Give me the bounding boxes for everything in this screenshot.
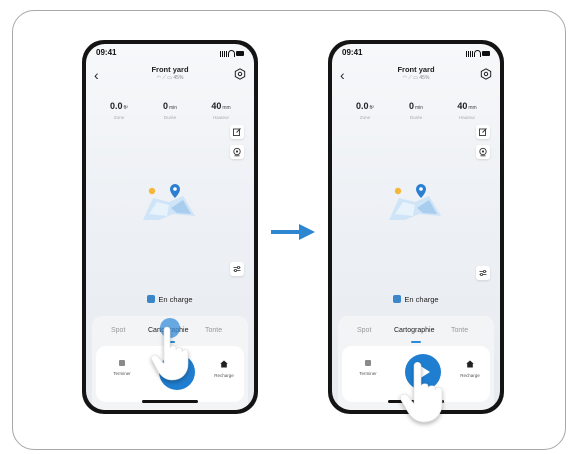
hand-pointer-icon [400,361,443,423]
wifi-icon [228,50,235,57]
stats-row: 0.0ft² Zone 0min Durée 40mm Hauteur [332,96,500,120]
system-icons [220,50,244,58]
link-icon: ⟋ [162,75,166,81]
next-step-arrow-icon [271,224,315,240]
home-icon [466,360,474,368]
signal-icon [466,51,473,57]
stat-height: 40mm Hauteur [211,101,231,120]
settings-hex-icon[interactable] [234,68,246,80]
battery-small-icon: ▭ [413,75,418,81]
adjust-button[interactable] [230,262,244,276]
system-icons [466,50,490,58]
wifi-small-icon: ◠ [402,75,407,81]
home-indicator [142,400,198,403]
tab-cartographie[interactable]: Cartographie [394,327,434,334]
robot-charge-icon [147,295,156,303]
device-status: ◠ ⟋ ▭ 45% [332,75,500,81]
stat-zone: 0.0ft² Zone [356,101,374,120]
battery-icon [482,51,490,56]
map-illustration-icon [389,184,441,220]
recharge-button[interactable]: Recharge [450,360,490,378]
header: Front yard ◠ ⟋ ▭ 45% [332,65,500,81]
stat-zone: 0.0ft² Zone [110,101,128,120]
location-icon [479,147,487,157]
tab-spot[interactable]: Spot [111,327,125,334]
stats-row: 0.0ft² Zone 0min Durée 40mm Hauteur [86,96,254,120]
edit-icon [479,128,487,136]
robot-charge-icon [393,295,402,303]
battery-small-icon: ▭ [167,75,172,81]
stat-duration: 0min Durée [408,101,424,120]
wifi-icon [474,50,481,57]
stop-button[interactable]: Terminer [102,360,142,376]
location-button[interactable] [230,145,244,159]
edit-icon [233,128,241,136]
page-title: Front yard [151,65,189,74]
stop-icon [119,360,125,366]
status-time: 09:41 [342,48,363,57]
battery-level: 45% [173,75,184,81]
page-title: Front yard [397,65,435,74]
link-icon: ⟋ [408,75,412,81]
header: Front yard ◠ ⟋ ▭ 45% [86,65,254,81]
stat-duration: 0min Durée [162,101,178,120]
stat-height: 40mm Hauteur [457,101,477,120]
status-bar: 09:41 [96,48,244,60]
battery-icon [236,51,244,56]
location-button[interactable] [476,145,490,159]
edit-button[interactable] [476,125,490,139]
wifi-small-icon: ◠ [156,75,161,81]
signal-icon [220,51,227,57]
home-icon [220,360,228,368]
hand-pointer-icon [151,326,189,381]
tab-active-indicator [411,341,421,343]
battery-level: 45% [419,75,430,81]
edit-button[interactable] [230,125,244,139]
status-time: 09:41 [96,48,117,57]
adjust-button[interactable] [476,266,490,280]
stop-button[interactable]: Terminer [348,360,388,376]
tab-spot[interactable]: Spot [357,327,371,334]
tab-tonte[interactable]: Tonte [205,327,222,334]
recharge-button[interactable]: Recharge [204,360,244,378]
adjust-icon [479,270,487,277]
map-illustration-icon [143,184,195,220]
adjust-icon [233,266,241,273]
device-status: ◠ ⟋ ▭ 45% [86,75,254,81]
settings-hex-icon[interactable] [480,68,492,80]
stop-icon [365,360,371,366]
status-bar: 09:41 [342,48,490,60]
tab-tonte[interactable]: Tonte [451,327,468,334]
location-icon [233,147,241,157]
charge-status: En charge [86,295,254,304]
charge-status: En charge [332,295,500,304]
